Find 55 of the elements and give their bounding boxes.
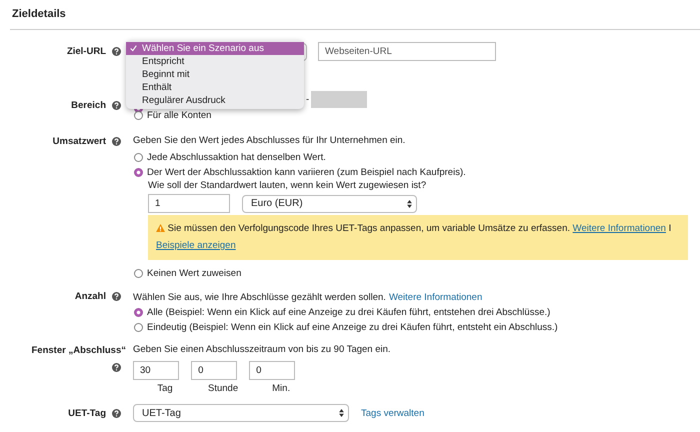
radio-button[interactable] <box>134 308 143 317</box>
check-icon <box>130 45 137 52</box>
more-info-link[interactable]: Weitere Informationen <box>572 223 666 234</box>
field-label: Bereich <box>71 100 106 111</box>
menu-item[interactable]: Wählen Sie ein Szenario aus <box>126 42 304 55</box>
option-label: Keinen Wert zuweisen <box>147 268 242 279</box>
field-label: Umsatzwert <box>52 136 106 147</box>
duration-field[interactable]: 30 <box>133 361 179 380</box>
uet-tag-select[interactable]: UET-Tag <box>133 404 349 422</box>
unit-label: Stunde <box>207 383 238 394</box>
section-title: Zieldetails <box>12 8 67 22</box>
stepper-icon <box>339 409 344 417</box>
stepper-icon <box>407 200 412 208</box>
url-field[interactable]: Webseiten-URL <box>318 42 496 61</box>
currency-select[interactable]: Euro (EUR) <box>242 194 417 212</box>
radio-button[interactable] <box>134 269 143 278</box>
prompt-text: Wie soll der Standardwert lauten, wenn kein Wert zugewiesen ist? <box>148 180 428 191</box>
duration-field[interactable]: 0 <box>191 361 238 380</box>
more-info-link[interactable]: Weitere Informationen <box>388 292 482 303</box>
radio-button[interactable] <box>134 323 143 332</box>
description-text: Geben Sie einen Abschlusszeitraum von bis zu 90 Tagen ein. <box>133 344 391 357</box>
account-suffix: - <box>306 94 310 105</box>
option-label: Der Wert der Abschlussaktion kann variieren (zum Beispiel nach Kaufpreis). <box>147 167 466 178</box>
radio-button[interactable] <box>134 153 143 162</box>
manage-tags-link[interactable]: Tags verwalten <box>361 408 424 418</box>
help-icon[interactable] <box>112 101 121 110</box>
option-label: Eindeutig (Beispiel: Wenn ein Klick auf eine Anzeige zu drei Käufen führt, entsteht ein Abschluss.) <box>147 322 558 333</box>
radio-button[interactable] <box>134 111 143 120</box>
help-icon[interactable] <box>112 363 121 372</box>
help-icon[interactable] <box>112 409 121 418</box>
unit-label: Tag <box>156 383 173 394</box>
duration-field[interactable]: 0 <box>249 361 296 380</box>
field-label: UET-Tag <box>68 408 106 419</box>
menu-item[interactable]: Entspricht <box>126 55 304 68</box>
warning-icon <box>156 224 165 232</box>
help-icon[interactable] <box>112 47 121 56</box>
help-icon[interactable] <box>112 292 121 301</box>
help-icon[interactable] <box>112 137 121 146</box>
unit-label: Min. <box>271 383 290 394</box>
menu-item[interactable]: Beginnt mit <box>126 68 304 81</box>
description-text: Geben Sie den Wert jedes Abschlusses für Ihr Unternehmen ein. <box>133 135 406 148</box>
field-label: Anzahl <box>74 291 106 302</box>
value-field[interactable]: 1 <box>148 194 230 213</box>
field-label: Fenster „Abschluss“ <box>32 345 126 356</box>
description-text: Wählen Sie aus, wie Ihre Abschlüsse gezählt werden sollen. <box>133 292 386 303</box>
option-label: Für alle Konten <box>147 110 212 121</box>
option-label: Alle (Beispiel: Wenn ein Klick auf eine Anzeige zu drei Käufen führt, entstehen drei Abschlüsse.) <box>147 307 550 318</box>
field-label: Ziel-URL <box>66 46 106 57</box>
menu-item[interactable]: Enthält <box>126 81 304 94</box>
radio-button[interactable] <box>134 168 143 177</box>
warning-text: Sie müssen den Verfolgungscode Ihres UET-Tags anpassen, um variable Umsätze zu erfassen. Weitere Informationen I Beispiele anzeigen <box>156 222 672 253</box>
examples-link[interactable]: Beispiele anzeigen <box>156 240 236 251</box>
option-label: Jede Abschlussaktion hat denselben Wert. <box>147 152 326 163</box>
redacted-block <box>311 91 368 108</box>
menu-item[interactable]: Regulärer Ausdruck <box>126 94 304 107</box>
